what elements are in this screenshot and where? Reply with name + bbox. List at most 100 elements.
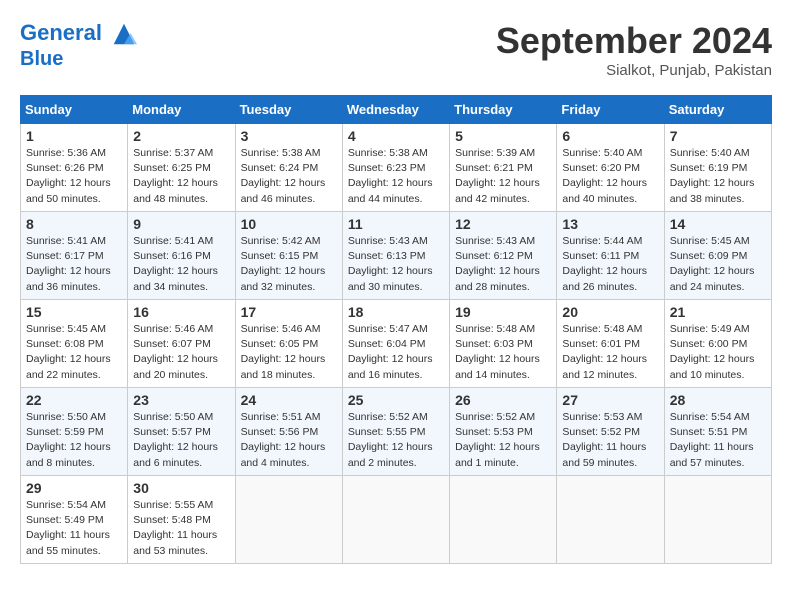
calendar-cell: 3 Sunrise: 5:38 AM Sunset: 6:24 PM Daylig…: [235, 124, 342, 212]
calendar-cell: [235, 476, 342, 564]
calendar-cell: 5Sunrise: 5:39 AM Sunset: 6:21 PM Daylig…: [450, 124, 557, 212]
logo: General Blue: [20, 20, 138, 70]
day-details: Sunrise: 5:40 AM Sunset: 6:19 PM Dayligh…: [670, 146, 766, 207]
calendar-cell: 14Sunrise: 5:45 AM Sunset: 6:09 PM Dayli…: [664, 212, 771, 300]
day-details: Sunrise: 5:50 AM Sunset: 5:59 PM Dayligh…: [26, 410, 122, 471]
calendar-cell: [342, 476, 449, 564]
day-number: 3: [241, 128, 337, 144]
day-details: Sunrise: 5:41 AM Sunset: 6:16 PM Dayligh…: [133, 234, 229, 295]
logo-blue: Blue: [20, 48, 63, 70]
day-details: Sunrise: 5:38 AM Sunset: 6:23 PM Dayligh…: [348, 146, 444, 207]
week-row-2: 8Sunrise: 5:41 AM Sunset: 6:17 PM Daylig…: [21, 212, 772, 300]
calendar-cell: 13 Sunrise: 5:44 AM Sunset: 6:11 PM Dayli…: [557, 212, 664, 300]
calendar-cell: 18 Sunrise: 5:47 AM Sunset: 6:04 PM Dayli…: [342, 300, 449, 388]
col-header-tuesday: Tuesday: [235, 96, 342, 124]
day-details: Sunrise: 5:36 AM Sunset: 6:26 PM Dayligh…: [26, 146, 122, 207]
week-row-5: 29 Sunrise: 5:54 AM Sunset: 5:49 PM Dayli…: [21, 476, 772, 564]
calendar-cell: 17 Sunrise: 5:46 AM Sunset: 6:05 PM Dayli…: [235, 300, 342, 388]
day-details: Sunrise: 5:49 AM Sunset: 6:00 PM Dayligh…: [670, 322, 766, 383]
day-number: 15: [26, 304, 122, 320]
calendar-cell: 6 Sunrise: 5:40 AM Sunset: 6:20 PM Daylig…: [557, 124, 664, 212]
day-number: 6: [562, 128, 658, 144]
column-headers: SundayMondayTuesdayWednesdayThursdayFrid…: [21, 96, 772, 124]
day-details: Sunrise: 5:54 AM Sunset: 5:51 PM Dayligh…: [670, 410, 766, 471]
day-number: 14: [670, 216, 766, 232]
day-number: 10: [241, 216, 337, 232]
day-details: Sunrise: 5:42 AM Sunset: 6:15 PM Dayligh…: [241, 234, 337, 295]
day-number: 20: [562, 304, 658, 320]
calendar-cell: 15 Sunrise: 5:45 AM Sunset: 6:08 PM Dayli…: [21, 300, 128, 388]
week-row-1: 1 Sunrise: 5:36 AM Sunset: 6:26 PM Daylig…: [21, 124, 772, 212]
day-details: Sunrise: 5:45 AM Sunset: 6:08 PM Dayligh…: [26, 322, 122, 383]
location: Sialkot, Punjab, Pakistan: [496, 62, 772, 79]
month-title: September 2024: [496, 20, 772, 62]
week-row-3: 15 Sunrise: 5:45 AM Sunset: 6:08 PM Dayli…: [21, 300, 772, 388]
day-details: Sunrise: 5:52 AM Sunset: 5:55 PM Dayligh…: [348, 410, 444, 471]
day-number: 26: [455, 392, 551, 408]
calendar-cell: 16 Sunrise: 5:46 AM Sunset: 6:07 PM Dayli…: [128, 300, 235, 388]
day-number: 27: [562, 392, 658, 408]
day-details: Sunrise: 5:55 AM Sunset: 5:48 PM Dayligh…: [133, 498, 229, 559]
day-number: 25: [348, 392, 444, 408]
calendar-cell: 9 Sunrise: 5:41 AM Sunset: 6:16 PM Daylig…: [128, 212, 235, 300]
day-details: Sunrise: 5:43 AM Sunset: 6:12 PM Dayligh…: [455, 234, 551, 295]
day-number: 17: [241, 304, 337, 320]
calendar-cell: 4Sunrise: 5:38 AM Sunset: 6:23 PM Daylig…: [342, 124, 449, 212]
calendar-cell: 27 Sunrise: 5:53 AM Sunset: 5:52 PM Dayli…: [557, 388, 664, 476]
calendar-cell: 28 Sunrise: 5:54 AM Sunset: 5:51 PM Dayli…: [664, 388, 771, 476]
day-number: 12: [455, 216, 551, 232]
calendar-cell: 25 Sunrise: 5:52 AM Sunset: 5:55 PM Dayli…: [342, 388, 449, 476]
day-number: 29: [26, 480, 122, 496]
day-number: 18: [348, 304, 444, 320]
calendar-cell: [664, 476, 771, 564]
col-header-wednesday: Wednesday: [342, 96, 449, 124]
day-number: 30: [133, 480, 229, 496]
calendar-cell: 19 Sunrise: 5:48 AM Sunset: 6:03 PM Dayli…: [450, 300, 557, 388]
day-details: Sunrise: 5:37 AM Sunset: 6:25 PM Dayligh…: [133, 146, 229, 207]
day-number: 22: [26, 392, 122, 408]
day-number: 19: [455, 304, 551, 320]
calendar-cell: 10 Sunrise: 5:42 AM Sunset: 6:15 PM Dayli…: [235, 212, 342, 300]
day-details: Sunrise: 5:44 AM Sunset: 6:11 PM Dayligh…: [562, 234, 658, 295]
calendar-cell: 30 Sunrise: 5:55 AM Sunset: 5:48 PM Dayli…: [128, 476, 235, 564]
day-number: 1: [26, 128, 122, 144]
day-number: 28: [670, 392, 766, 408]
title-block: September 2024 Sialkot, Punjab, Pakistan: [496, 20, 772, 79]
calendar-cell: [557, 476, 664, 564]
calendar-cell: 7 Sunrise: 5:40 AM Sunset: 6:19 PM Daylig…: [664, 124, 771, 212]
calendar-cell: [450, 476, 557, 564]
day-number: 2: [133, 128, 229, 144]
calendar-cell: 21Sunrise: 5:49 AM Sunset: 6:00 PM Dayli…: [664, 300, 771, 388]
logo-general: General: [20, 20, 102, 45]
day-details: Sunrise: 5:38 AM Sunset: 6:24 PM Dayligh…: [241, 146, 337, 207]
col-header-monday: Monday: [128, 96, 235, 124]
calendar-cell: 8Sunrise: 5:41 AM Sunset: 6:17 PM Daylig…: [21, 212, 128, 300]
day-number: 13: [562, 216, 658, 232]
day-details: Sunrise: 5:47 AM Sunset: 6:04 PM Dayligh…: [348, 322, 444, 383]
day-details: Sunrise: 5:50 AM Sunset: 5:57 PM Dayligh…: [133, 410, 229, 471]
calendar-cell: 1 Sunrise: 5:36 AM Sunset: 6:26 PM Daylig…: [21, 124, 128, 212]
day-details: Sunrise: 5:40 AM Sunset: 6:20 PM Dayligh…: [562, 146, 658, 207]
day-number: 23: [133, 392, 229, 408]
day-number: 7: [670, 128, 766, 144]
day-details: Sunrise: 5:53 AM Sunset: 5:52 PM Dayligh…: [562, 410, 658, 471]
day-number: 16: [133, 304, 229, 320]
day-number: 5: [455, 128, 551, 144]
page-header: General Blue September 2024 Sialkot, Pun…: [20, 20, 772, 79]
col-header-sunday: Sunday: [21, 96, 128, 124]
day-details: Sunrise: 5:46 AM Sunset: 6:05 PM Dayligh…: [241, 322, 337, 383]
day-details: Sunrise: 5:48 AM Sunset: 6:01 PM Dayligh…: [562, 322, 658, 383]
day-details: Sunrise: 5:43 AM Sunset: 6:13 PM Dayligh…: [348, 234, 444, 295]
calendar-table: SundayMondayTuesdayWednesdayThursdayFrid…: [20, 95, 772, 564]
day-details: Sunrise: 5:48 AM Sunset: 6:03 PM Dayligh…: [455, 322, 551, 383]
calendar-cell: 20 Sunrise: 5:48 AM Sunset: 6:01 PM Dayli…: [557, 300, 664, 388]
day-details: Sunrise: 5:46 AM Sunset: 6:07 PM Dayligh…: [133, 322, 229, 383]
calendar-cell: 26Sunrise: 5:52 AM Sunset: 5:53 PM Dayli…: [450, 388, 557, 476]
day-number: 9: [133, 216, 229, 232]
calendar-cell: 23 Sunrise: 5:50 AM Sunset: 5:57 PM Dayli…: [128, 388, 235, 476]
calendar-cell: 12 Sunrise: 5:43 AM Sunset: 6:12 PM Dayli…: [450, 212, 557, 300]
day-details: Sunrise: 5:54 AM Sunset: 5:49 PM Dayligh…: [26, 498, 122, 559]
day-details: Sunrise: 5:41 AM Sunset: 6:17 PM Dayligh…: [26, 234, 122, 295]
calendar-cell: 2 Sunrise: 5:37 AM Sunset: 6:25 PM Daylig…: [128, 124, 235, 212]
calendar-cell: 11Sunrise: 5:43 AM Sunset: 6:13 PM Dayli…: [342, 212, 449, 300]
